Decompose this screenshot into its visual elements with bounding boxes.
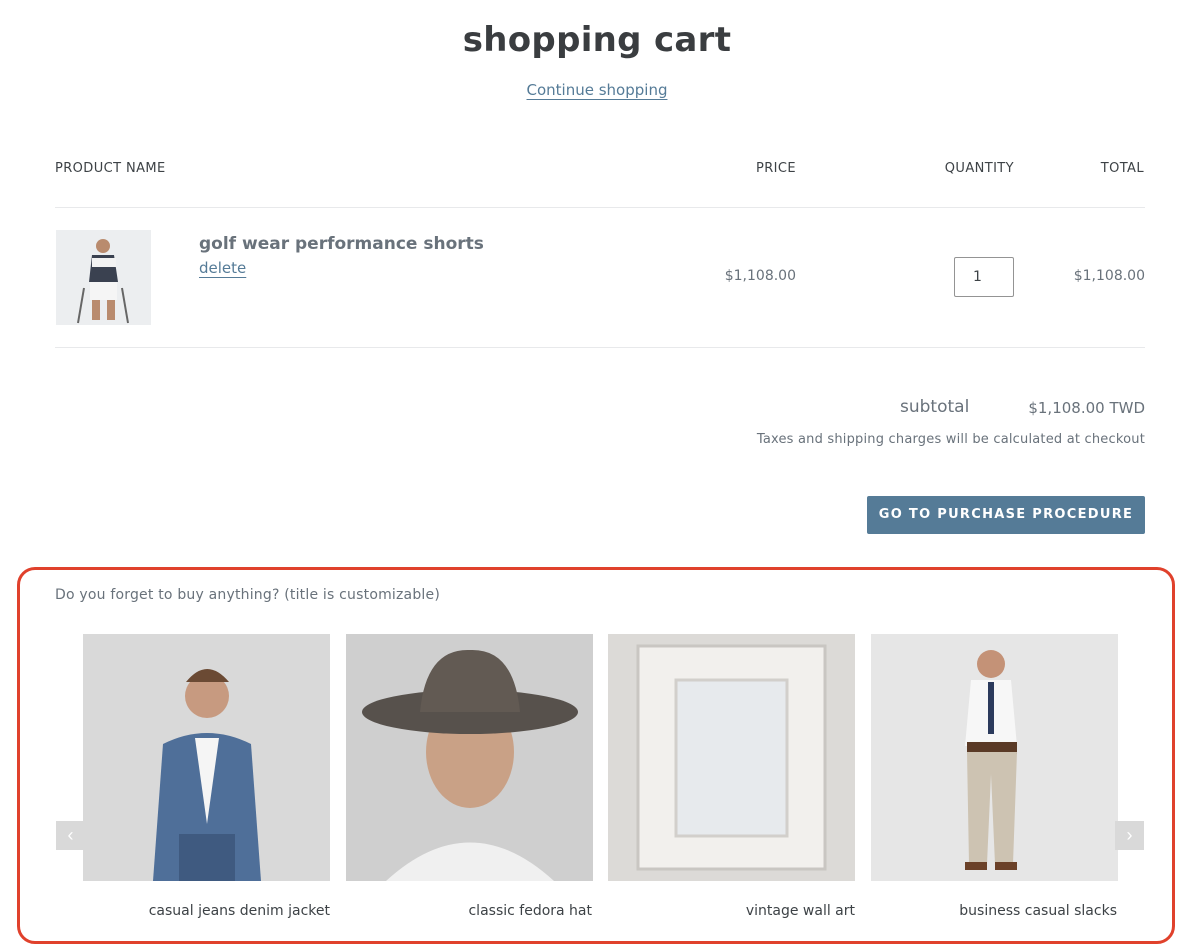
- carousel-next-button[interactable]: ›: [1115, 821, 1144, 850]
- subtotal-label: subtotal: [900, 397, 970, 417]
- tax-note: Taxes and shipping charges will be calcu…: [756, 432, 1145, 447]
- column-header-total: TOTAL: [1100, 161, 1144, 176]
- cart-item-title[interactable]: golf wear performance shorts: [199, 234, 484, 254]
- picture-frame-image: [608, 634, 855, 881]
- cart-item-delete-link[interactable]: delete: [199, 259, 246, 277]
- column-header-price: PRICE: [756, 161, 796, 176]
- page-title: shopping cart: [462, 20, 732, 60]
- golf-player-image: [56, 230, 151, 325]
- recommendations-title: Do you forget to buy anything? (title is…: [55, 587, 440, 603]
- denim-jacket-image: [83, 634, 330, 881]
- column-header-product: PRODUCT NAME: [55, 161, 166, 176]
- chevron-right-icon: ›: [1126, 825, 1133, 845]
- product-card-label[interactable]: business casual slacks: [959, 903, 1117, 919]
- product-card-denim-jacket[interactable]: [83, 634, 330, 881]
- checkout-button[interactable]: GO TO PURCHASE PROCEDURE: [867, 496, 1145, 534]
- business-man-image: [871, 634, 1118, 881]
- quantity-input[interactable]: 1: [954, 257, 1014, 297]
- cart-item-price: $1,108.00: [724, 268, 796, 284]
- product-card-label[interactable]: casual jeans denim jacket: [149, 903, 330, 919]
- product-card-label[interactable]: vintage wall art: [746, 903, 855, 919]
- carousel-prev-button[interactable]: ‹: [56, 821, 85, 850]
- product-card-fedora-hat[interactable]: [346, 634, 593, 881]
- product-card-wall-art[interactable]: [608, 634, 855, 881]
- continue-shopping-wrapper: Continue shopping: [0, 80, 1194, 99]
- subtotal-value: $1,108.00 TWD: [1028, 399, 1145, 417]
- column-header-quantity: QUANTITY: [944, 161, 1014, 176]
- product-thumbnail-golf-shorts[interactable]: [56, 230, 151, 325]
- product-card-label[interactable]: classic fedora hat: [468, 903, 592, 919]
- chevron-left-icon: ‹: [67, 825, 74, 845]
- continue-shopping-link[interactable]: Continue shopping: [527, 81, 668, 99]
- row-divider: [55, 347, 1145, 348]
- fedora-hat-image: [346, 634, 593, 881]
- cart-item-total: $1,108.00: [1073, 268, 1145, 284]
- product-card-casual-slacks[interactable]: [871, 634, 1118, 881]
- header-divider: [55, 207, 1145, 208]
